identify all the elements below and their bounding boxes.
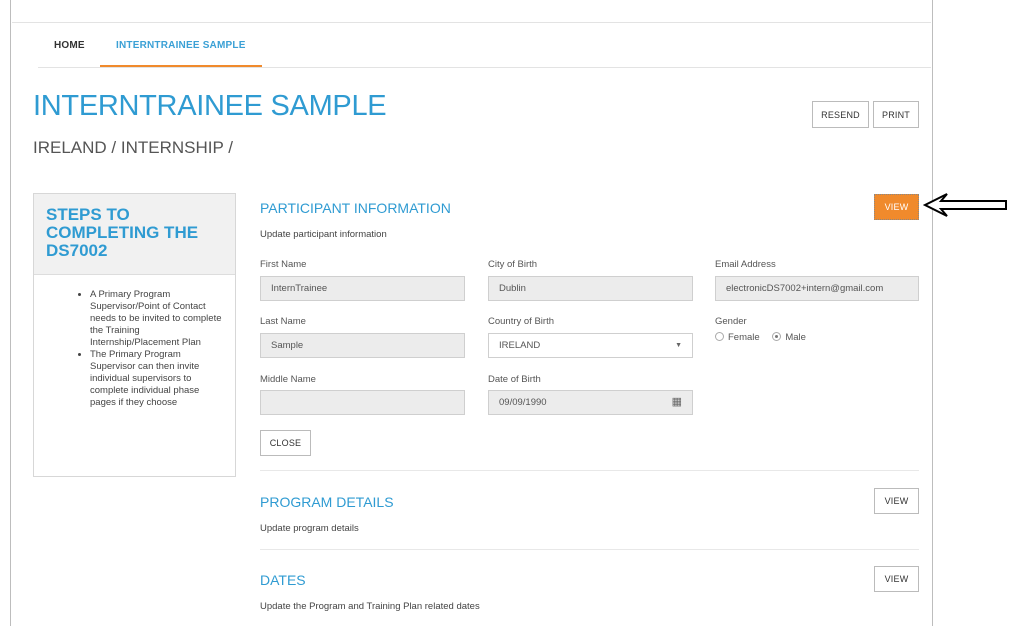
resend-button[interactable]: RESEND (812, 101, 869, 128)
gender-male-option[interactable]: Male (772, 332, 806, 343)
middle-name-label: Middle Name (260, 374, 316, 385)
radio-female[interactable] (715, 332, 724, 341)
sidebar-title: STEPS TO COMPLETING THE DS7002 (46, 205, 199, 260)
steps-sidebar: STEPS TO COMPLETING THE DS7002 A Primary… (33, 193, 236, 477)
participant-section-desc: Update participant information (260, 229, 387, 240)
female-label: Female (728, 332, 760, 343)
print-button[interactable]: PRINT (873, 101, 919, 128)
page-title: INTERNTRAINEE SAMPLE (33, 90, 387, 122)
tab-home[interactable]: HOME (38, 24, 101, 68)
frame-top-border (12, 22, 931, 23)
calendar-icon[interactable]: ▦ (672, 391, 682, 414)
tab-divider (38, 67, 931, 68)
gender-radio-group: Female Male (715, 332, 816, 343)
gender-female-option[interactable]: Female (715, 332, 760, 343)
dates-view-button[interactable]: VIEW (874, 566, 919, 592)
program-view-button[interactable]: VIEW (874, 488, 919, 514)
list-item: A Primary Program Supervisor/Point of Co… (90, 289, 225, 349)
male-label: Male (785, 332, 806, 343)
last-name-label: Last Name (260, 316, 306, 327)
list-item: The Primary Program Supervisor can then … (90, 349, 225, 409)
pointer-arrow-icon (923, 193, 1007, 217)
email-label: Email Address (715, 259, 776, 270)
dates-section-desc: Update the Program and Training Plan rel… (260, 601, 480, 612)
program-section-title: PROGRAM DETAILS (260, 494, 394, 510)
tab-interntrainee-sample[interactable]: INTERNTRAINEE SAMPLE (100, 24, 262, 68)
section-divider (260, 470, 919, 471)
date-of-birth-label: Date of Birth (488, 374, 541, 385)
date-of-birth-value: 09/09/1990 (499, 397, 547, 408)
section-divider (260, 549, 919, 550)
country-value: IRELAND (499, 340, 541, 351)
city-of-birth-field[interactable]: Dublin (488, 276, 693, 301)
dates-section-title: DATES (260, 572, 306, 588)
country-of-birth-label: Country of Birth (488, 316, 554, 327)
chevron-down-icon: ▼ (675, 342, 682, 349)
radio-male[interactable] (772, 332, 782, 341)
middle-name-field[interactable] (260, 390, 465, 415)
close-button[interactable]: CLOSE (260, 430, 311, 456)
participant-section-title: PARTICIPANT INFORMATION (260, 200, 451, 216)
participant-view-button[interactable]: VIEW (874, 194, 919, 220)
program-section-desc: Update program details (260, 523, 359, 534)
gender-label: Gender (715, 316, 747, 327)
steps-list: A Primary Program Supervisor/Point of Co… (34, 275, 235, 409)
first-name-field[interactable]: InternTrainee (260, 276, 465, 301)
last-name-field[interactable]: Sample (260, 333, 465, 358)
email-field[interactable]: electronicDS7002+intern@gmail.com (715, 276, 919, 301)
date-of-birth-field[interactable]: 09/09/1990 ▦ (488, 390, 693, 415)
country-of-birth-select[interactable]: IRELAND ▼ (488, 333, 693, 358)
breadcrumb: IRELAND / INTERNSHIP / (33, 138, 233, 157)
city-of-birth-label: City of Birth (488, 259, 538, 270)
sidebar-header: STEPS TO COMPLETING THE DS7002 (34, 194, 235, 275)
first-name-label: First Name (260, 259, 307, 270)
